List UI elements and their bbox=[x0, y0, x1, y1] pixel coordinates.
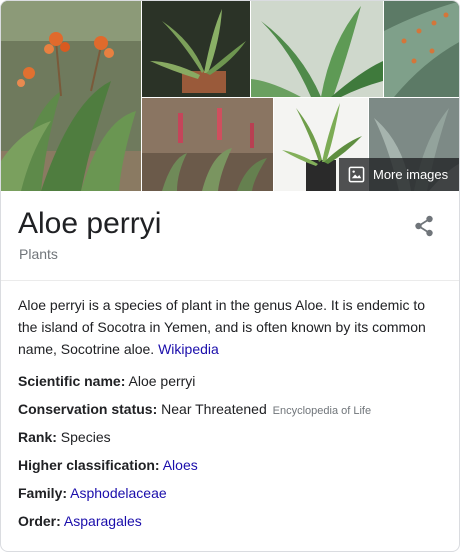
fact-value-link[interactable]: Asphodelaceae bbox=[70, 485, 167, 501]
facts-list: Scientific name: Aloe perryi Conservatio… bbox=[18, 370, 448, 538]
fact-label: Conservation status: bbox=[18, 401, 158, 417]
fact-label: Rank: bbox=[18, 429, 57, 445]
image-gallery: More images bbox=[1, 1, 459, 193]
fact-value: Species bbox=[60, 429, 111, 445]
entity-title: Aloe perryi bbox=[18, 207, 162, 240]
gallery-image-5[interactable] bbox=[142, 98, 273, 191]
aloe-leaves-photo bbox=[251, 1, 383, 97]
fact-value-link[interactable]: Aloes bbox=[163, 457, 198, 473]
fact-conservation-status: Conservation status: Near Threatened Enc… bbox=[18, 398, 448, 426]
entity-category: Plants bbox=[19, 246, 58, 262]
fact-scientific-name: Scientific name: Aloe perryi bbox=[18, 370, 448, 398]
gallery-image-4[interactable] bbox=[384, 1, 459, 97]
fact-higher-classification: Higher classification: Aloes bbox=[18, 454, 448, 482]
entity-description: Aloe perryi is a species of plant in the… bbox=[18, 294, 438, 360]
aloe-field-photo bbox=[142, 98, 273, 191]
fact-value: Near Threatened bbox=[161, 401, 267, 417]
fact-value: Aloe perryi bbox=[128, 373, 196, 389]
fact-family: Family: Asphodelaceae bbox=[18, 482, 448, 510]
more-images-button[interactable]: More images bbox=[339, 158, 459, 191]
gallery-image-2[interactable] bbox=[142, 1, 250, 97]
knowledge-panel: More images Aloe perryi Plants Aloe perr… bbox=[0, 0, 460, 552]
aloe-leaf-closeup-photo bbox=[384, 1, 459, 97]
fact-source: Encyclopedia of Life bbox=[272, 405, 372, 417]
gallery-image-1[interactable] bbox=[1, 1, 141, 191]
aloe-flowering-photo bbox=[1, 1, 141, 191]
fact-order: Order: Asparagales bbox=[18, 510, 448, 538]
description-text: Aloe perryi is a species of plant in the… bbox=[18, 297, 426, 357]
fact-label: Order: bbox=[18, 513, 61, 529]
fact-value-link[interactable]: Asparagales bbox=[64, 513, 142, 529]
share-icon bbox=[415, 215, 433, 237]
image-icon bbox=[348, 166, 365, 183]
fact-label: Scientific name: bbox=[18, 373, 126, 389]
share-button[interactable] bbox=[411, 213, 437, 239]
fact-label: Family: bbox=[18, 485, 68, 501]
title-section: Aloe perryi Plants bbox=[1, 193, 459, 281]
fact-rank: Rank: Species bbox=[18, 426, 448, 454]
gallery-image-3[interactable] bbox=[251, 1, 383, 97]
more-images-label: More images bbox=[373, 167, 449, 182]
wikipedia-link[interactable]: Wikipedia bbox=[158, 341, 219, 357]
fact-label: Higher classification: bbox=[18, 457, 160, 473]
potted-aloe-photo bbox=[142, 1, 250, 97]
